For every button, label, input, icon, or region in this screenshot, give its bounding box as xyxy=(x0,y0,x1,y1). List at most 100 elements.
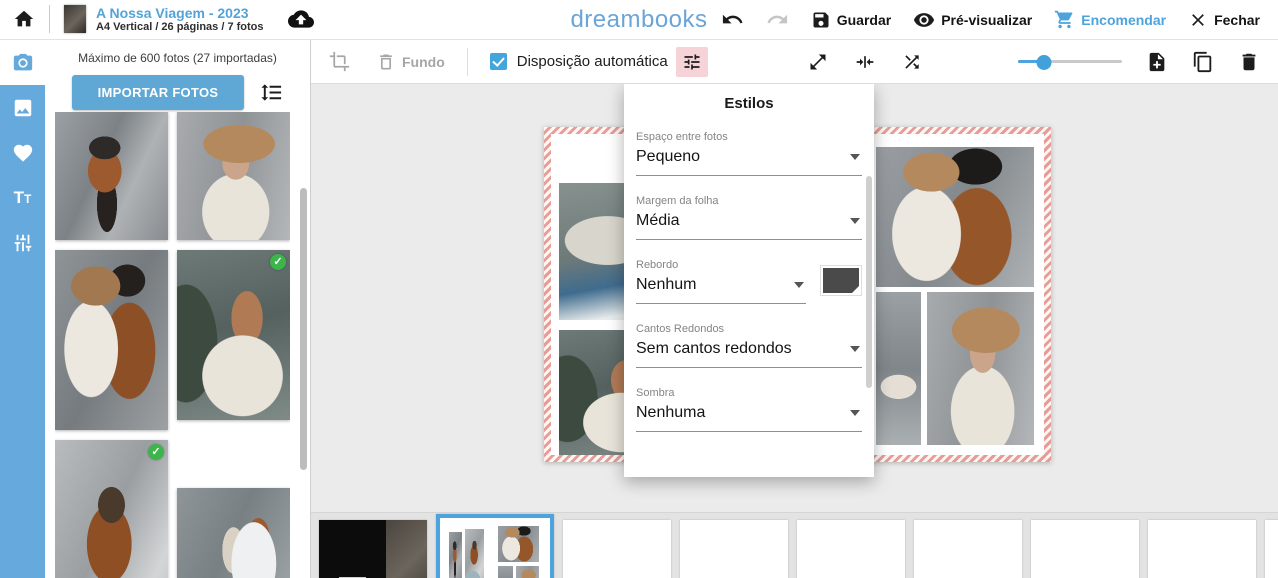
field-label: Espaço entre fotos xyxy=(636,131,862,143)
styles-popup-title: Estilos xyxy=(624,95,874,112)
auto-layout-label: Disposição automática xyxy=(517,53,668,70)
import-photos-button[interactable]: IMPORTAR FOTOS xyxy=(72,75,245,110)
photo-grid-column: ✓ xyxy=(177,112,290,578)
photo-thumbnail[interactable] xyxy=(177,112,290,240)
home-button[interactable] xyxy=(13,8,35,30)
cover-front xyxy=(319,520,386,578)
copy-icon xyxy=(1192,51,1214,73)
trash-outline-icon xyxy=(376,52,396,72)
border-field: Rebordo Nenhum xyxy=(636,259,862,304)
zoom-slider[interactable] xyxy=(1018,55,1122,69)
border-color-picker[interactable] xyxy=(820,265,862,296)
photo-library-grid: ✓ ✓ xyxy=(55,112,290,578)
border-color-swatch-fill xyxy=(823,268,859,293)
sidebar-tab-layouts[interactable] xyxy=(0,85,45,130)
sidebar-tab-photos[interactable] xyxy=(0,40,45,85)
undo-icon xyxy=(721,8,744,31)
tune-icon xyxy=(12,232,34,254)
text-icon: TT xyxy=(14,188,32,208)
close-button[interactable]: Fechar xyxy=(1188,10,1260,30)
duplicate-page-button[interactable] xyxy=(1192,51,1214,73)
shadow-select[interactable]: Sombra Nenhuma xyxy=(636,387,862,432)
sort-photos-button[interactable] xyxy=(260,81,283,104)
spread-photo[interactable] xyxy=(876,292,921,445)
styles-tune-icon xyxy=(682,52,702,72)
spread-mini-preview xyxy=(444,522,546,578)
chevron-down-icon xyxy=(850,154,860,160)
spread-photo[interactable] xyxy=(927,292,1034,445)
used-check-icon: ✓ xyxy=(270,254,286,270)
photo-spacing-select[interactable]: Espaço entre fotos Pequeno xyxy=(636,131,862,176)
pages-strip xyxy=(311,512,1278,578)
shuffle-icon xyxy=(902,52,922,72)
sidebar-tab-settings[interactable] xyxy=(0,220,45,265)
chevron-down-icon xyxy=(850,346,860,352)
crop-button[interactable] xyxy=(329,51,350,72)
popup-scrollbar[interactable] xyxy=(866,176,872,388)
add-page-icon xyxy=(1146,51,1168,73)
top-bar-left: A Nossa Viagem - 2023 A4 Vertical / 26 p… xyxy=(0,5,314,35)
compress-layout-button[interactable] xyxy=(855,52,875,72)
page-thumb-empty[interactable] xyxy=(1031,520,1139,578)
photo-thumbnail[interactable] xyxy=(55,112,168,240)
styles-popup: Estilos Espaço entre fotos Pequeno Marge… xyxy=(624,84,874,477)
page-thumb-empty[interactable] xyxy=(797,520,905,578)
page-thumb-empty[interactable] xyxy=(563,520,671,578)
page-thumb-selected[interactable] xyxy=(436,514,554,578)
field-label: Cantos Redondos xyxy=(636,323,862,335)
cover-photo xyxy=(386,520,427,578)
remove-background-button[interactable]: Fundo xyxy=(376,52,445,72)
delete-page-button[interactable] xyxy=(1238,51,1260,73)
home-icon xyxy=(13,8,35,30)
close-icon xyxy=(1188,10,1208,30)
expand-icon xyxy=(808,52,828,72)
preview-button[interactable]: Pré-visualizar xyxy=(913,9,1032,31)
photos-panel: Máximo de 600 fotos (27 importadas) IMPO… xyxy=(45,40,311,578)
tool-sidebar: TT xyxy=(0,40,45,578)
sort-icon xyxy=(260,81,283,104)
brand-logo: dreambooks xyxy=(570,6,707,34)
shuffle-layout-button[interactable] xyxy=(902,52,922,72)
styles-button[interactable] xyxy=(676,47,708,77)
save-button[interactable]: Guardar xyxy=(811,10,891,30)
page-thumb-empty[interactable] xyxy=(1148,520,1256,578)
add-page-button[interactable] xyxy=(1146,51,1168,73)
save-icon xyxy=(811,10,831,30)
zoom-slider-thumb[interactable] xyxy=(1037,55,1052,70)
redo-icon xyxy=(766,8,789,31)
used-check-icon: ✓ xyxy=(148,444,164,460)
photos-panel-scrollbar[interactable] xyxy=(300,188,307,470)
editor-canvas: Estilos Espaço entre fotos Pequeno Marge… xyxy=(311,84,1278,578)
top-bar: A Nossa Viagem - 2023 A4 Vertical / 26 p… xyxy=(0,0,1278,40)
divider xyxy=(49,5,50,33)
rounded-corners-select[interactable]: Cantos Redondos Sem cantos redondos xyxy=(636,323,862,368)
page-thumb-empty[interactable] xyxy=(680,520,788,578)
field-value: Sem cantos redondos xyxy=(636,340,792,358)
page-thumb-empty[interactable] xyxy=(914,520,1022,578)
border-select[interactable]: Rebordo Nenhum xyxy=(636,259,806,304)
project-cover-thumbnail xyxy=(64,5,86,33)
page-thumb-empty[interactable] xyxy=(1265,520,1278,578)
sidebar-tab-text[interactable]: TT xyxy=(0,175,45,220)
eye-icon xyxy=(913,9,935,31)
save-label: Guardar xyxy=(837,12,891,28)
page-margin-select[interactable]: Margem da folha Média xyxy=(636,195,862,240)
background-label: Fundo xyxy=(402,54,445,70)
undo-button[interactable] xyxy=(721,8,744,31)
photo-thumbnail[interactable] xyxy=(55,250,168,430)
order-button[interactable]: Encomendar xyxy=(1054,9,1166,30)
field-value: Média xyxy=(636,212,680,230)
photo-thumbnail[interactable]: ✓ xyxy=(177,250,290,420)
photos-limit-note: Máximo de 600 fotos (27 importadas) xyxy=(45,51,310,65)
spread-photo[interactable] xyxy=(876,147,1034,287)
auto-layout-checkbox[interactable] xyxy=(490,53,507,70)
photo-thumbnail[interactable]: ✓ xyxy=(55,440,168,578)
crop-icon xyxy=(329,51,350,72)
redo-button[interactable] xyxy=(766,8,789,31)
close-label: Fechar xyxy=(1214,12,1260,28)
page-thumb-cover[interactable] xyxy=(319,520,427,578)
expand-layout-button[interactable] xyxy=(808,52,828,72)
sidebar-tab-favorites[interactable] xyxy=(0,130,45,175)
photo-thumbnail[interactable] xyxy=(177,488,290,578)
field-label: Rebordo xyxy=(636,259,806,271)
